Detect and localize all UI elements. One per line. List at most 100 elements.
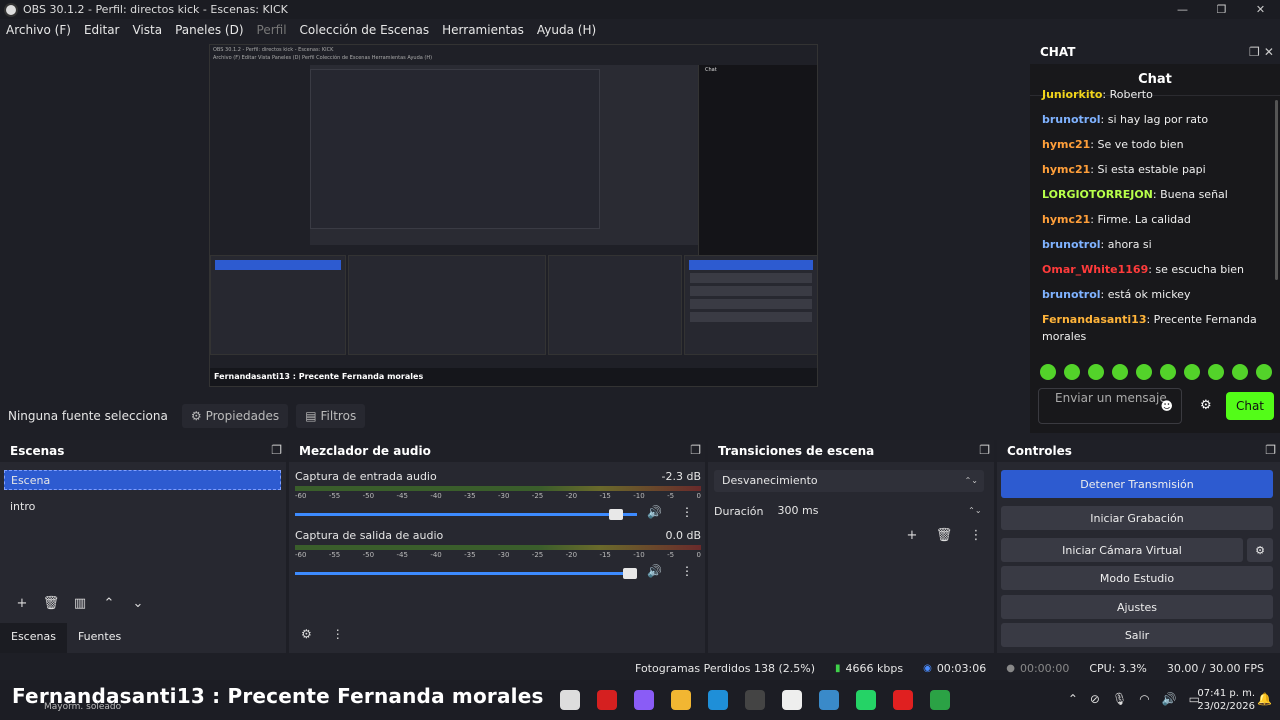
clock[interactable]: 07:41 p. m. 23/02/2026 bbox=[1197, 687, 1255, 713]
scenes-title: Escenas bbox=[10, 444, 65, 458]
edge-icon[interactable] bbox=[708, 690, 728, 710]
spinner-icon[interactable]: ⌃⌄ bbox=[968, 500, 981, 522]
volume-slider[interactable] bbox=[295, 513, 637, 516]
menu-profile[interactable]: Perfil bbox=[257, 23, 287, 37]
move-down-icon[interactable]: ⌄ bbox=[124, 596, 152, 616]
studio-mode-button[interactable]: Modo Estudio bbox=[1001, 566, 1273, 590]
minimize-button[interactable]: — bbox=[1163, 0, 1202, 19]
emote-icon[interactable] bbox=[1040, 364, 1056, 380]
filters-button[interactable]: ▤ Filtros bbox=[296, 404, 366, 428]
wifi-icon[interactable]: ◠ bbox=[1139, 692, 1149, 706]
speaker-icon[interactable]: 🔊 bbox=[647, 564, 662, 578]
title-bar: OBS 30.1.2 - Perfil: directos kick - Esc… bbox=[0, 0, 1280, 19]
volume-icon[interactable]: 🔊 bbox=[1162, 692, 1177, 706]
speaker-icon[interactable]: 🔊 bbox=[647, 505, 662, 519]
chat-username[interactable]: Juniorkito bbox=[1042, 88, 1102, 101]
properties-label: Propiedades bbox=[205, 409, 280, 423]
whatsapp-icon[interactable] bbox=[856, 690, 876, 710]
settings-icon[interactable]: ⚙ bbox=[301, 627, 312, 641]
emote-icon[interactable] bbox=[1256, 364, 1272, 380]
start-recording-button[interactable]: Iniciar Grabación bbox=[1001, 506, 1273, 530]
trash-icon[interactable]: 🗑 bbox=[928, 528, 960, 543]
more-options-icon[interactable]: ⋮ bbox=[681, 505, 693, 519]
menu-edit[interactable]: Editar bbox=[84, 23, 120, 37]
chat-send-button[interactable]: Chat bbox=[1226, 392, 1274, 420]
close-button[interactable]: ✕ bbox=[1241, 0, 1280, 19]
emote-icon[interactable] bbox=[1088, 364, 1104, 380]
start-virtual-camera-button[interactable]: Iniciar Cámara Virtual bbox=[1001, 538, 1243, 562]
menu-file[interactable]: Archivo (F) bbox=[6, 23, 71, 37]
netflix-icon[interactable] bbox=[597, 690, 617, 710]
volume-knob[interactable] bbox=[609, 509, 624, 520]
transition-select[interactable]: Desvanecimiento ⌃⌄ bbox=[714, 470, 984, 492]
dropdown-icon: ⌃⌄ bbox=[964, 476, 978, 485]
obs-icon[interactable] bbox=[745, 690, 765, 710]
scene-item[interactable]: intro bbox=[4, 497, 281, 517]
chat-scrollbar[interactable] bbox=[1275, 100, 1278, 280]
emote-icon[interactable] bbox=[1184, 364, 1200, 380]
dock-float-icon[interactable]: ❐ bbox=[1265, 443, 1276, 457]
tab-sources[interactable]: Fuentes bbox=[67, 623, 132, 653]
chat-input[interactable]: Enviar un mensaje ☻ bbox=[1038, 388, 1182, 424]
add-icon[interactable]: + bbox=[896, 528, 928, 543]
chat-settings-icon[interactable]: ⚙ bbox=[1200, 398, 1212, 413]
chat-username[interactable]: hymc21 bbox=[1042, 213, 1090, 226]
more-options-icon[interactable]: ⋮ bbox=[332, 627, 344, 641]
emote-icon[interactable] bbox=[1136, 364, 1152, 380]
chat-username[interactable]: Fernandasanti13 bbox=[1042, 313, 1146, 326]
exit-button[interactable]: Salir bbox=[1001, 623, 1273, 647]
file-icon[interactable] bbox=[560, 690, 580, 710]
chevron-up-icon[interactable]: ⌃ bbox=[1068, 692, 1078, 706]
add-icon[interactable]: + bbox=[8, 596, 36, 616]
menu-tools[interactable]: Herramientas bbox=[442, 23, 524, 37]
emote-icon[interactable] bbox=[1160, 364, 1176, 380]
store-icon[interactable] bbox=[782, 690, 802, 710]
folder-icon[interactable] bbox=[671, 690, 691, 710]
duration-input[interactable]: 300 ms ⌃⌄ bbox=[771, 500, 986, 522]
stop-stream-button[interactable]: Detener Transmisión bbox=[1001, 470, 1273, 498]
menu-docks[interactable]: Paneles (D) bbox=[175, 23, 243, 37]
volume-knob[interactable] bbox=[623, 568, 637, 579]
emote-icon[interactable] bbox=[1208, 364, 1224, 380]
chat-username[interactable]: hymc21 bbox=[1042, 163, 1090, 176]
trash-icon[interactable]: 🗑 bbox=[37, 596, 65, 616]
emote-icon[interactable] bbox=[1064, 364, 1080, 380]
chat-username[interactable]: brunotrol bbox=[1042, 113, 1101, 126]
network-off-icon[interactable]: ⊘ bbox=[1090, 692, 1100, 706]
chrome-icon[interactable] bbox=[930, 690, 950, 710]
settings-button[interactable]: Ajustes bbox=[1001, 595, 1273, 619]
menu-view[interactable]: Vista bbox=[132, 23, 162, 37]
anydesk-icon[interactable] bbox=[893, 690, 913, 710]
chat-username[interactable]: brunotrol bbox=[1042, 288, 1101, 301]
tab-scenes[interactable]: Escenas bbox=[0, 623, 67, 653]
notification-icon[interactable]: 🔔 bbox=[1257, 692, 1272, 706]
emote-icon[interactable] bbox=[1232, 364, 1248, 380]
copilot-icon[interactable] bbox=[634, 690, 654, 710]
app-icon[interactable] bbox=[819, 690, 839, 710]
menu-scene-collection[interactable]: Colección de Escenas bbox=[300, 23, 430, 37]
more-options-icon[interactable]: ⋮ bbox=[681, 564, 693, 578]
chat-dock: CHAT ❐ ✕ Chat Juniorkito: Roberto brunotr… bbox=[1030, 40, 1280, 433]
dock-float-close-icons[interactable]: ❐ ✕ bbox=[1249, 45, 1274, 59]
properties-button[interactable]: ⚙ Propiedades bbox=[181, 404, 289, 428]
dock-float-icon[interactable]: ❐ bbox=[690, 443, 701, 457]
menu-help[interactable]: Ayuda (H) bbox=[537, 23, 596, 37]
maximize-button[interactable]: ❐ bbox=[1202, 0, 1241, 19]
emote-icon[interactable] bbox=[1112, 364, 1128, 380]
chat-username[interactable]: Omar_White1169 bbox=[1042, 263, 1148, 276]
dock-float-icon[interactable]: ❐ bbox=[979, 443, 990, 457]
volume-slider[interactable] bbox=[295, 572, 637, 575]
weather-widget[interactable]: Mayorm. soleado bbox=[44, 702, 121, 712]
scene-item[interactable]: Escena bbox=[4, 470, 281, 490]
chat-username[interactable]: hymc21 bbox=[1042, 138, 1090, 151]
virtual-camera-settings-icon[interactable]: ⚙ bbox=[1247, 538, 1273, 562]
preview-canvas[interactable]: OBS 30.1.2 - Perfil: directos kick - Esc… bbox=[209, 44, 818, 387]
smile-icon[interactable]: ☻ bbox=[1160, 399, 1173, 413]
microphone-icon[interactable]: 🎙 bbox=[1112, 692, 1127, 706]
filter-icon[interactable]: ▥ bbox=[66, 596, 94, 616]
chat-username[interactable]: brunotrol bbox=[1042, 238, 1101, 251]
dock-float-icon[interactable]: ❐ bbox=[271, 443, 282, 457]
move-up-icon[interactable]: ⌃ bbox=[95, 596, 123, 616]
more-options-icon[interactable]: ⋮ bbox=[960, 528, 992, 543]
chat-username[interactable]: LORGIOTORREJON bbox=[1042, 188, 1153, 201]
